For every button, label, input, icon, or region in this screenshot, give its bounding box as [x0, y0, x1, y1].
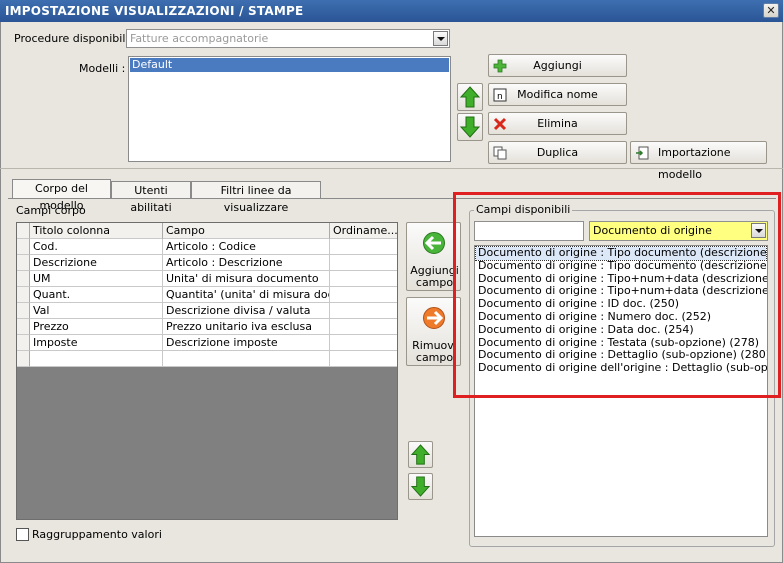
field-move-down-button[interactable] — [408, 473, 433, 500]
delete-x-icon — [493, 117, 507, 131]
row-header[interactable] — [17, 335, 30, 351]
field-move-up-button[interactable] — [408, 441, 433, 468]
row-header[interactable] — [17, 271, 30, 287]
row-header[interactable] — [17, 303, 30, 319]
table-cell[interactable] — [163, 351, 330, 367]
table-cell[interactable] — [330, 335, 397, 351]
row-header[interactable] — [17, 351, 30, 367]
arrow-down-icon — [410, 476, 431, 497]
elimina-button[interactable]: Elimina — [488, 112, 627, 135]
elimina-label: Elimina — [537, 117, 578, 130]
row-header[interactable] — [17, 287, 30, 303]
highlight-box — [453, 192, 781, 398]
plus-icon — [493, 59, 507, 73]
arrow-down-icon — [459, 116, 481, 138]
table-cell[interactable] — [330, 287, 397, 303]
modifica-nome-button[interactable]: n Modifica nome — [488, 83, 627, 106]
table-cell[interactable]: Imposte — [30, 335, 163, 351]
duplica-label: Duplica — [536, 146, 579, 159]
modelli-list[interactable]: Default — [128, 56, 451, 162]
table-cell[interactable] — [330, 319, 397, 335]
table-cell[interactable]: Descrizione divisa / valuta — [163, 303, 330, 319]
arrow-left-circle-icon — [423, 232, 445, 254]
campi-corpo-grid[interactable]: Titolo colonna Campo Ordiname... Cod. Art… — [16, 222, 398, 520]
arrow-up-icon — [410, 444, 431, 465]
table-cell[interactable] — [330, 303, 397, 319]
column-header-titolo[interactable]: Titolo colonna — [30, 223, 163, 239]
svg-text:n: n — [497, 92, 503, 102]
table-cell[interactable]: Unita' di misura documento — [163, 271, 330, 287]
arrow-right-circle-icon — [423, 307, 445, 329]
row-header[interactable] — [17, 319, 30, 335]
table-cell[interactable] — [330, 239, 397, 255]
tab-corpo-del-modello[interactable]: Corpo del modello — [12, 179, 111, 212]
importazione-modello-button[interactable]: Importazione modello — [630, 141, 767, 181]
procedure-select[interactable]: Fatture accompagnatorie — [126, 29, 450, 48]
aggiungi-label: Aggiungi — [533, 59, 582, 72]
column-header-campo[interactable]: Campo — [163, 223, 330, 239]
import-icon — [636, 146, 649, 160]
modelli-item-default[interactable]: Default — [130, 58, 449, 72]
table-cell[interactable] — [330, 351, 397, 367]
row-header[interactable] — [17, 239, 30, 255]
row-header[interactable] — [17, 255, 30, 271]
table-cell[interactable]: UM — [30, 271, 163, 287]
model-move-down-button[interactable] — [457, 113, 483, 141]
procedure-value: Fatture accompagnatorie — [130, 32, 269, 45]
table-cell[interactable]: Articolo : Codice — [163, 239, 330, 255]
chevron-down-icon[interactable] — [433, 31, 448, 46]
table-cell[interactable]: Descrizione imposte — [163, 335, 330, 351]
table-cell[interactable]: Prezzo unitario iva esclusa — [163, 319, 330, 335]
table-cell[interactable] — [330, 255, 397, 271]
window-title: IMPOSTAZIONE VISUALIZZAZIONI / STAMPE — [5, 4, 304, 18]
column-header-ordinamento[interactable]: Ordiname... — [330, 223, 397, 239]
table-cell[interactable]: Articolo : Descrizione — [163, 255, 330, 271]
raggruppamento-checkbox[interactable] — [16, 528, 29, 541]
table-cell[interactable]: Quant. — [30, 287, 163, 303]
table-cell[interactable]: Val — [30, 303, 163, 319]
section-divider — [0, 168, 783, 169]
campi-corpo-label: Campi corpo — [16, 204, 86, 217]
close-button[interactable]: ✕ — [763, 3, 779, 18]
tab-utenti-abilitati[interactable]: Utenti abilitati — [111, 181, 191, 214]
table-cell[interactable]: Prezzo — [30, 319, 163, 335]
arrow-up-icon — [459, 86, 481, 108]
modelli-label: Modelli : — [79, 62, 126, 75]
table-cell[interactable]: Quantita' (unita' di misura docu... — [163, 287, 330, 303]
table-cell[interactable]: Cod. — [30, 239, 163, 255]
copy-icon — [493, 146, 507, 160]
grid-corner — [17, 223, 30, 239]
close-icon: ✕ — [766, 4, 776, 17]
table-cell[interactable]: Descrizione — [30, 255, 163, 271]
raggruppamento-label: Raggruppamento valori — [32, 528, 162, 541]
model-move-up-button[interactable] — [457, 83, 483, 111]
duplica-button[interactable]: Duplica — [488, 141, 627, 164]
tab-filtri-linee[interactable]: Filtri linee da visualizzare — [191, 181, 321, 214]
rename-icon: n — [493, 88, 507, 102]
table-cell[interactable] — [30, 351, 163, 367]
modifica-nome-label: Modifica nome — [517, 88, 598, 101]
aggiungi-button[interactable]: Aggiungi — [488, 54, 627, 77]
window-title-bar: IMPOSTAZIONE VISUALIZZAZIONI / STAMPE — [0, 0, 783, 22]
table-cell[interactable] — [330, 271, 397, 287]
procedure-label: Procedure disponibili : — [14, 32, 136, 45]
